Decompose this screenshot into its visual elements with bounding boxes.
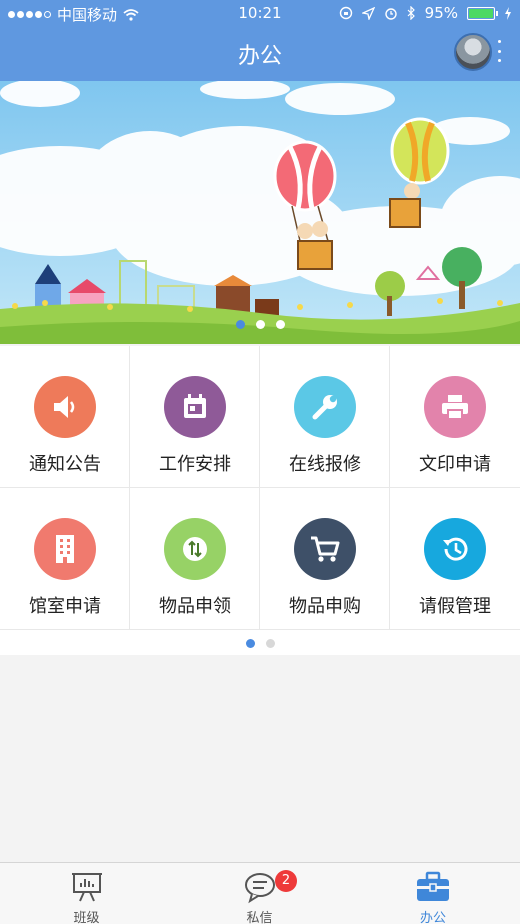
grid-item-icon-circle xyxy=(294,518,356,580)
location-icon xyxy=(361,6,375,20)
unread-badge: 2 xyxy=(275,870,297,892)
exchange-icon xyxy=(183,537,207,561)
building-icon xyxy=(56,535,74,563)
banner-indicator-3[interactable] xyxy=(276,320,285,329)
speaker-icon xyxy=(54,396,75,418)
banner-indicator-1[interactable] xyxy=(236,320,245,329)
grid-item-print-request[interactable]: 文印申请 xyxy=(390,346,520,488)
rotation-lock-icon xyxy=(339,6,352,20)
banner-illustration xyxy=(0,81,520,344)
grid-item-icon-circle xyxy=(424,518,486,580)
briefcase-icon xyxy=(417,871,449,901)
battery-percent: 95% xyxy=(424,4,458,22)
calendar-icon xyxy=(184,394,206,418)
grid-item-icon-circle xyxy=(424,376,486,438)
grid-page-dot-2[interactable] xyxy=(266,639,275,648)
tab-office[interactable]: 办公 xyxy=(346,863,520,924)
top-bar: 中国移动 10:21 95% 办公 xyxy=(0,0,520,81)
avatar[interactable] xyxy=(454,33,492,71)
banner-carousel[interactable] xyxy=(0,81,520,344)
battery-icon xyxy=(467,6,498,20)
tab-messages[interactable]: 2 私信 xyxy=(173,863,346,924)
history-icon xyxy=(443,537,468,561)
office-function-grid: 通知公告 工作安排 在线报修 文印申请 馆室申请 物品申领 物品申购 请假管理 xyxy=(0,346,520,630)
grid-item-label: 通知公告 xyxy=(29,454,101,475)
grid-item-item-requisition[interactable]: 物品申领 xyxy=(130,488,260,630)
presentation-board-icon xyxy=(71,873,102,902)
grid-item-icon-circle xyxy=(164,376,226,438)
wrench-icon xyxy=(312,395,337,420)
grid-item-item-purchase[interactable]: 物品申购 xyxy=(260,488,390,630)
grid-item-label: 物品申购 xyxy=(289,596,361,617)
grid-item-label: 请假管理 xyxy=(419,596,491,617)
charging-icon xyxy=(505,6,511,20)
cart-icon xyxy=(311,536,340,562)
grid-item-icon-circle xyxy=(294,376,356,438)
grid-item-venue-request[interactable]: 馆室申请 xyxy=(0,488,130,630)
grid-item-work-schedule[interactable]: 工作安排 xyxy=(130,346,260,488)
grid-item-label: 在线报修 xyxy=(289,454,361,475)
page-title: 办公 xyxy=(237,44,282,69)
chat-bubble-icon xyxy=(244,873,275,904)
more-options-icon[interactable] xyxy=(498,40,502,62)
grid-item-icon-circle xyxy=(34,518,96,580)
grid-page-indicator xyxy=(0,630,520,655)
grid-item-label: 物品申领 xyxy=(159,596,231,617)
grid-item-label: 工作安排 xyxy=(159,454,231,475)
tab-label: 私信 xyxy=(246,911,273,924)
printer-icon xyxy=(442,395,468,420)
tab-label: 班级 xyxy=(73,911,100,924)
bottom-tab-bar: 班级 2 私信 办公 xyxy=(0,862,520,924)
grid-item-label: 文印申请 xyxy=(419,454,491,475)
grid-item-online-repair[interactable]: 在线报修 xyxy=(260,346,390,488)
alarm-icon xyxy=(384,8,397,20)
grid-page-dot-1[interactable] xyxy=(246,639,255,648)
banner-indicator-2[interactable] xyxy=(256,320,265,329)
tab-class[interactable]: 班级 xyxy=(0,863,173,924)
grid-item-icon-circle xyxy=(164,518,226,580)
grid-item-leave-management[interactable]: 请假管理 xyxy=(390,488,520,630)
tab-label: 办公 xyxy=(419,911,446,924)
grid-item-label: 馆室申请 xyxy=(29,596,101,617)
status-bar: 中国移动 10:21 95% xyxy=(0,0,520,26)
grid-item-icon-circle xyxy=(34,376,96,438)
bluetooth-icon xyxy=(407,6,415,20)
grid-item-notice[interactable]: 通知公告 xyxy=(0,346,130,488)
